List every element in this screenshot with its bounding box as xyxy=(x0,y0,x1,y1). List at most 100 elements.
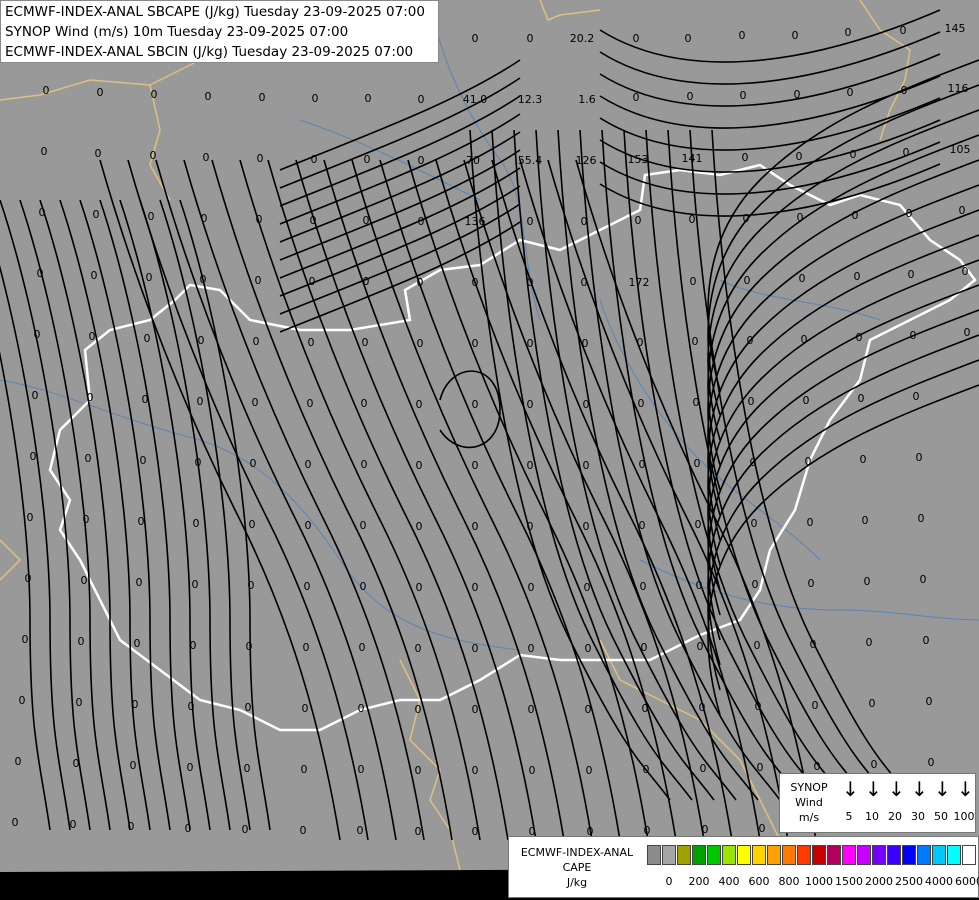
cape-value-label: 0 xyxy=(752,578,759,591)
cape-value-label: 0 xyxy=(845,26,852,39)
cape-value-label: 0 xyxy=(200,273,207,286)
wind-legend-subtitle: Wind xyxy=(795,796,823,809)
cape-value-label: 0 xyxy=(748,395,755,408)
cape-color-swatch xyxy=(782,845,796,865)
cape-value-label: 0 xyxy=(754,639,761,652)
cape-value-label: 0 xyxy=(472,825,479,838)
cape-color-swatch xyxy=(827,845,841,865)
cape-value-label: 0 xyxy=(242,823,249,836)
cape-value-label: 0 xyxy=(472,398,479,411)
cape-value-label: 41.0 xyxy=(463,93,488,106)
cape-value-label: 0 xyxy=(690,275,697,288)
cape-value-label: 0 xyxy=(150,149,157,162)
cape-value-label: 126 xyxy=(576,154,597,167)
cape-value-label: 0 xyxy=(415,764,422,777)
cape-value-label: 0 xyxy=(527,337,534,350)
cape-value-label: 0 xyxy=(198,334,205,347)
wind-arrow-icon: ↓ xyxy=(842,777,859,801)
cape-value-label: 0 xyxy=(416,398,423,411)
cape-value-label: 0 xyxy=(85,452,92,465)
cape-color-swatch xyxy=(767,845,781,865)
cape-value-label: 0 xyxy=(528,642,535,655)
cape-value-label: 0 xyxy=(528,581,535,594)
cape-value-label: 172 xyxy=(629,276,650,289)
cape-value-label: 0 xyxy=(755,700,762,713)
wind-arrow-icon: ↓ xyxy=(888,777,905,801)
cape-value-label: 20.2 xyxy=(570,32,595,45)
cape-value-label: 0 xyxy=(633,32,640,45)
cape-value-label: 0 xyxy=(32,389,39,402)
cape-color-swatch xyxy=(662,845,676,865)
cape-value-label: 0 xyxy=(742,151,749,164)
title-line-sbcin: ECMWF-INDEX-ANAL SBCIN (J/kg) Tuesday 23… xyxy=(5,44,414,60)
cape-value-label: 0 xyxy=(70,818,77,831)
cape-value-label: 0 xyxy=(142,393,149,406)
cape-value-label: 0 xyxy=(151,88,158,101)
cape-value-label: 0 xyxy=(638,397,645,410)
cape-value-label: 0 xyxy=(83,513,90,526)
cape-value-label: 0 xyxy=(361,458,368,471)
cape-value-label: 0 xyxy=(417,276,424,289)
cape-value-label: 153 xyxy=(628,153,649,166)
cape-value-label: 0 xyxy=(527,459,534,472)
cape-value-label: 0 xyxy=(250,457,257,470)
cape-value-label: 0 xyxy=(201,212,208,225)
cape-color-swatch xyxy=(917,845,931,865)
cape-value-label: 0 xyxy=(195,456,202,469)
cape-value-label: 0 xyxy=(862,514,869,527)
cape-value-label: 0 xyxy=(852,209,859,222)
cape-value-label: 0 xyxy=(581,215,588,228)
cape-value-label: 0 xyxy=(801,333,808,346)
cape-value-label: 0 xyxy=(472,276,479,289)
cape-value-label: 0 xyxy=(527,520,534,533)
cape-value-label: 0 xyxy=(685,32,692,45)
cape-value-label: 0 xyxy=(311,153,318,166)
cape-value-label: 0 xyxy=(527,398,534,411)
cape-value-label: 0 xyxy=(144,332,151,345)
cape-value-label: 0 xyxy=(920,573,927,586)
cape-value-label: 0 xyxy=(190,639,197,652)
wind-arrow-icon: ↓ xyxy=(911,777,928,801)
cape-value-label: 0 xyxy=(415,642,422,655)
cape-value-label: 0 xyxy=(34,328,41,341)
cape-color-swatch xyxy=(737,845,751,865)
cape-value-label: 0 xyxy=(89,330,96,343)
wind-speed-label: 100 xyxy=(953,810,975,823)
cape-legend-subtitle: CAPE xyxy=(562,861,592,874)
cape-value-label: 0 xyxy=(910,329,917,342)
cape-color-swatch xyxy=(947,845,961,865)
cape-value-label: 0 xyxy=(418,154,425,167)
cape-tick-label: 4000 xyxy=(925,875,953,888)
cape-value-label: 0 xyxy=(803,394,810,407)
cape-value-label: 0 xyxy=(37,267,44,280)
cape-value-label: 0 xyxy=(643,763,650,776)
cape-value-label: 0 xyxy=(197,395,204,408)
cape-value-label: 0 xyxy=(358,763,365,776)
cape-value-label: 0 xyxy=(913,390,920,403)
cape-value-label: 0 xyxy=(693,396,700,409)
cape-value-label: 0 xyxy=(640,580,647,593)
cape-value-label: 0 xyxy=(97,86,104,99)
cape-value-label: 0 xyxy=(695,518,702,531)
cape-value-label: 0 xyxy=(692,335,699,348)
wind-legend: SYNOP Wind m/s ↓ 5 ↓ 10 ↓ 20 ↓ 30 ↓ 50 ↓ 100 xyxy=(779,773,976,833)
cape-color-swatch xyxy=(812,845,826,865)
cape-legend-unit: J/kg xyxy=(566,876,588,889)
cape-color-swatch xyxy=(707,845,721,865)
cape-value-label: 0 xyxy=(415,703,422,716)
cape-color-swatch xyxy=(962,845,976,865)
cape-value-label: 0 xyxy=(900,24,907,37)
cape-value-label: 0 xyxy=(903,146,910,159)
cape-value-label: 0 xyxy=(193,517,200,530)
cape-value-label: 0 xyxy=(635,214,642,227)
wind-arrow-icon: ↓ xyxy=(957,777,974,801)
cape-value-label: 0 xyxy=(856,331,863,344)
cape-value-label: 0 xyxy=(418,215,425,228)
cape-value-label: 0 xyxy=(249,518,256,531)
cape-value-label: 0 xyxy=(850,148,857,161)
cape-value-label: 0 xyxy=(95,147,102,160)
cape-value-label: 0 xyxy=(744,274,751,287)
cape-value-label: 145 xyxy=(945,22,966,35)
cape-color-swatch xyxy=(677,845,691,865)
cape-value-label: 0 xyxy=(255,274,262,287)
